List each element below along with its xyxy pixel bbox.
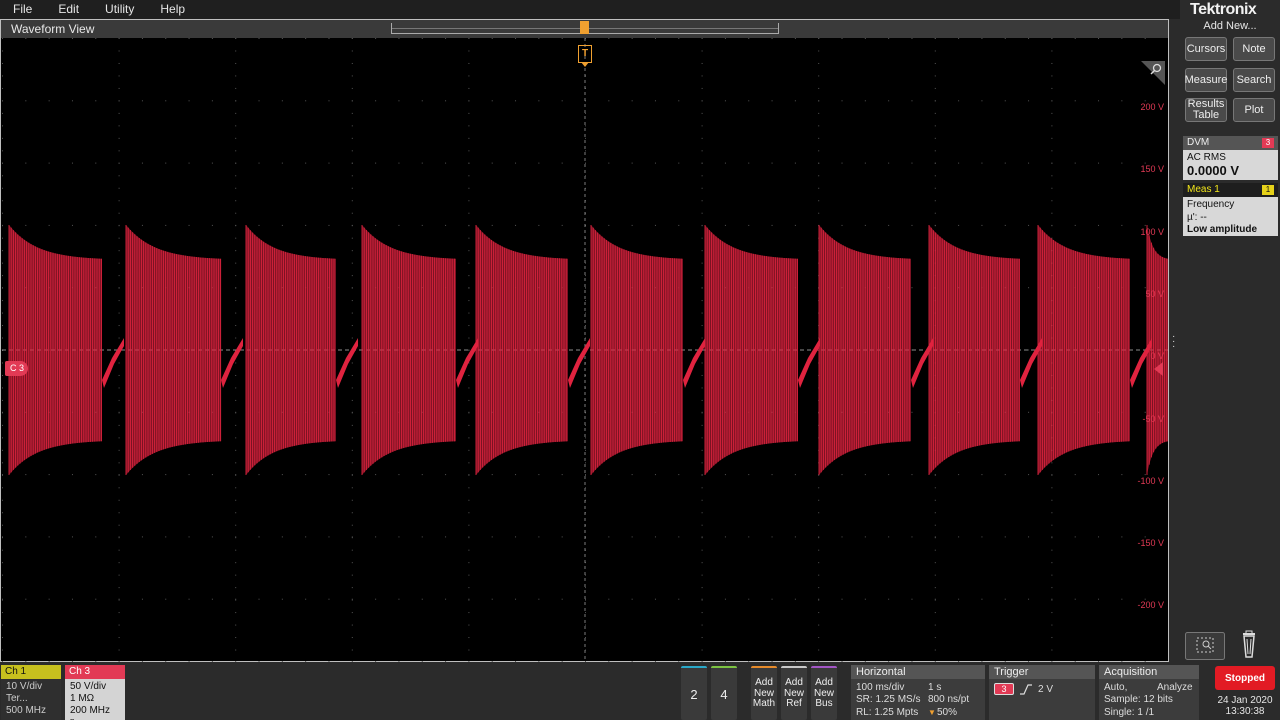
v-scale-label: -150 V [1137,538,1164,549]
waveform-burst [590,225,705,475]
dvm-mode: AC RMS [1187,152,1226,163]
v-scale-label: -100 V [1137,475,1164,486]
results-panel: Tektronix Add New... Cursors Note Measur… [1180,0,1280,662]
single-count: Single: 1 /1 [1104,707,1155,718]
waveform-plot[interactable] [2,38,1168,662]
horizontal-position: 50% [937,707,958,718]
waveform-view-titlebar: Waveform View [1,20,1168,38]
meas1-channel-badge: 1 [1262,185,1274,195]
menu-help[interactable]: Help [147,0,198,19]
meas1-badge[interactable]: Meas 1 1 Frequency µ': -- Low amplitude [1183,183,1278,236]
waveform-view[interactable]: Waveform View T C 3 200 V 150 V 100 V 50 V 0… [0,19,1169,681]
channel-4-button[interactable]: 4 [711,666,737,720]
dvm-value: 0.0000 V [1187,163,1240,178]
acquisition-mode: Auto, [1104,682,1128,693]
waveform-burst [125,225,243,475]
add-new-bus-button[interactable]: Add New Bus [811,666,837,720]
trigger-position-icon: ▼ [928,708,936,717]
trigger-level-marker[interactable] [1154,362,1163,376]
trigger-level: 2 V [1038,683,1054,695]
waveform-burst [8,225,124,475]
trigger-arrow-icon [581,62,589,67]
date-time: 24 Jan 2020 13:30:38 [1212,695,1278,717]
run-stop-status[interactable]: Stopped [1215,666,1275,690]
results-table-button[interactable]: Results Table [1185,98,1227,122]
trigger-badge[interactable]: Trigger 3 2 V [989,665,1095,720]
channel-3-scale: 50 V/div [70,681,107,692]
acquisition-title: Acquisition [1099,665,1199,679]
record-length: RL: 1.25 Mpts [856,707,919,718]
horizontal-scale: 100 ms/div [856,682,905,693]
menu-utility[interactable]: Utility [92,0,147,19]
settings-bar: Ch 1 10 V/div Ter... 500 MHz Ch 3 50 V/d… [0,662,1280,720]
sample-rate: SR: 1.25 MS/s [856,694,921,705]
add-new-math-button[interactable]: Add New Math [751,666,777,720]
panel-resize-handle[interactable]: · · · [1172,332,1176,352]
oscilloscope-app: { "menu": { "items": ["File", "Edit", "U… [0,0,1280,720]
v-scale-label: -50 V [1142,413,1164,424]
date: 24 Jan 2020 [1217,695,1273,706]
brand-logo: Tektronix [1190,1,1257,18]
channel-3-title: Ch 3 [65,665,125,679]
v-scale-label: 50 V [1145,288,1164,299]
dvm-channel-badge: 3 [1262,138,1274,148]
horizontal-duration: 1 s [928,682,942,693]
waveform-view-title: Waveform View [11,22,95,36]
note-button[interactable]: Note [1233,37,1275,61]
dvm-badge[interactable]: DVM 3 AC RMS 0.0000 V [1183,136,1278,180]
trash-icon[interactable] [1236,630,1276,658]
meas1-title: Meas 1 [1187,184,1220,195]
channel-1-badge[interactable]: Ch 1 10 V/div Ter... 500 MHz [1,665,61,720]
sample-resolution: Sample: 12 bits [1104,694,1173,705]
plot-button[interactable]: Plot [1233,98,1275,122]
channel-2-button[interactable]: 2 [681,666,707,720]
analyze-label: Analyze [1157,682,1193,693]
time: 13:30:38 [1225,706,1265,717]
horizontal-title: Horizontal [851,665,985,679]
channel-1-title: Ch 1 [1,665,61,679]
zoom-icon[interactable] [1141,61,1165,85]
acquisition-badge[interactable]: Acquisition Auto, Analyze Sample: 12 bit… [1099,665,1199,720]
horizontal-badge[interactable]: Horizontal 100 ms/div 1 s SR: 1.25 MS/s … [851,665,985,720]
meas1-status: Low amplitude [1187,224,1257,235]
overview-trigger-marker [580,21,589,34]
channel-1-termination: Ter... [6,693,28,704]
cursors-button[interactable]: Cursors [1185,37,1227,61]
meas1-mean: µ': -- [1187,211,1207,223]
time-per-point: 800 ns/pt [928,694,970,705]
add-new-ref-button[interactable]: Add New Ref [781,666,807,720]
rising-edge-icon [1020,684,1032,695]
channel-3-bandwidth: 200 MHz [70,705,111,716]
search-button[interactable]: Search [1233,68,1275,92]
menu-edit[interactable]: Edit [45,0,92,19]
trigger-title: Trigger [989,665,1095,679]
menu-file[interactable]: File [0,0,45,19]
channel-3-offset-marker[interactable]: C 3 [5,361,29,376]
menu-bar: File Edit Utility Help [0,0,1180,19]
v-scale-label: 200 V [1140,102,1164,112]
channel-1-scale: 10 V/div [6,681,43,692]
measure-button[interactable]: Measure [1185,68,1227,92]
v-scale-label: 150 V [1140,164,1164,175]
waveform-burst [1146,225,1168,475]
record-overview[interactable] [391,21,779,34]
waveform-burst [1037,225,1152,475]
channel-3-termination: 1 MΩ [70,693,95,704]
screenshot-icon[interactable] [1185,632,1225,660]
channel-3-badge[interactable]: Ch 3 50 V/div 1 MΩ 200 MHz Bw [65,665,125,720]
add-new-label: Add New... [1203,20,1257,32]
trigger-position-marker[interactable]: T [578,45,592,63]
channel-1-bandwidth: 500 MHz [6,705,47,716]
waveform-canvas [2,38,1168,662]
dvm-title: DVM [1187,137,1210,148]
v-scale-label: 0 V [1150,351,1164,362]
meas1-name: Frequency [1187,199,1235,210]
v-scale-label: -200 V [1137,600,1164,611]
trigger-source: 3 [994,683,1014,695]
v-scale-label: 100 V [1140,226,1164,237]
